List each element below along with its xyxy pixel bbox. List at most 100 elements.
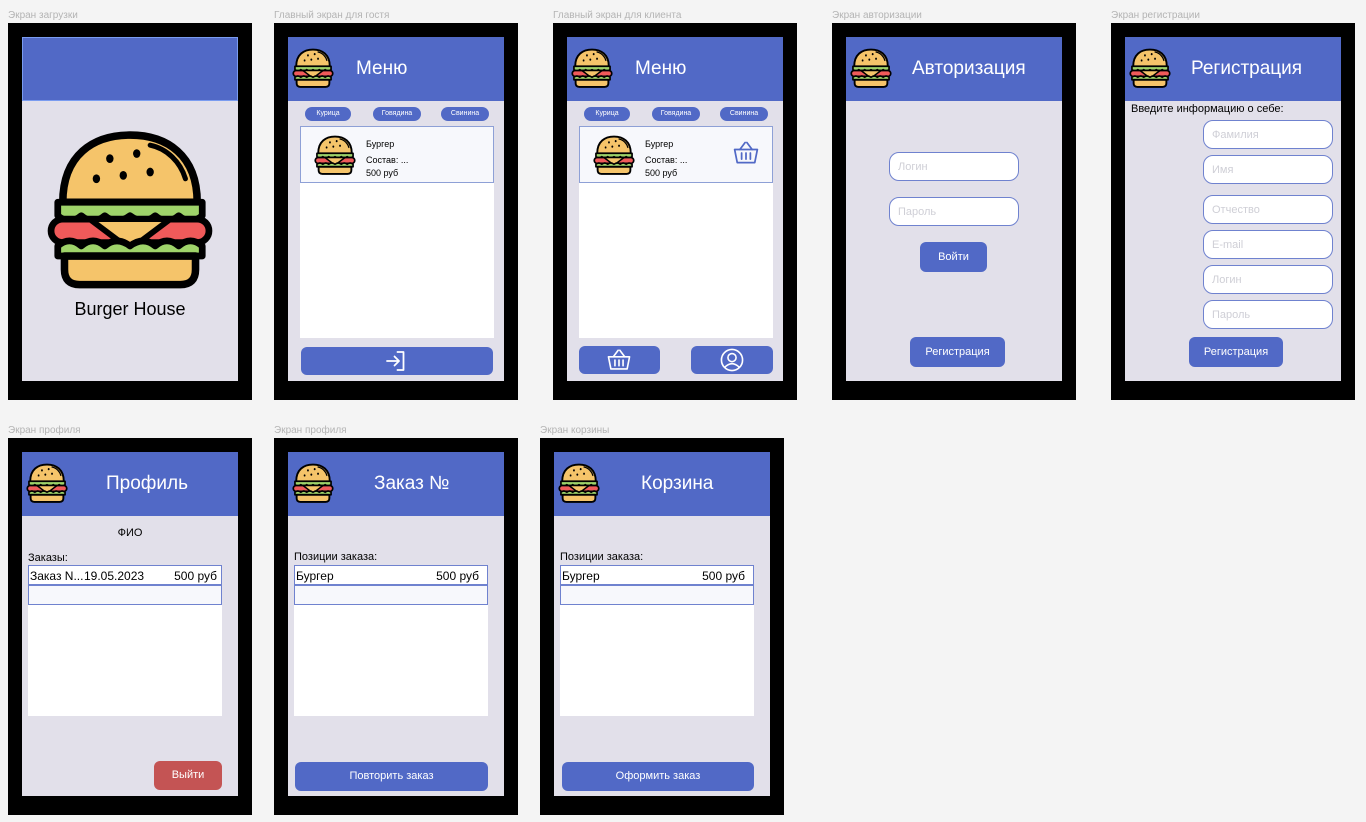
positions-label: Позиции заказа:	[294, 551, 378, 563]
cart-item-price: 500 руб	[702, 569, 745, 583]
header-bar	[22, 37, 238, 101]
positions-list: Бургер 500 руб	[294, 565, 488, 716]
device-profile: Профиль ФИО Заказы: Заказ N... 19.05.202…	[8, 438, 252, 815]
item-composition: Состав: ...	[366, 155, 409, 165]
header-bar: Авторизация	[846, 37, 1062, 101]
add-to-basket-icon[interactable]	[732, 139, 760, 167]
page-title: Меню	[356, 58, 408, 79]
user-icon	[718, 347, 746, 373]
frame-label-auth: Экран авторизации	[832, 10, 922, 21]
page-title: Авторизация	[912, 58, 1026, 79]
header-bar: Профиль	[22, 452, 238, 516]
firstname-field[interactable]	[1203, 155, 1333, 184]
device-guest: Меню Курица Говядина Свинина Бургер Сост…	[274, 23, 518, 400]
cart-list: Бургер 500 руб	[560, 565, 754, 716]
screen-client: Меню Курица Говядина Свинина Бургер Сост…	[567, 37, 783, 381]
burger-logo-icon	[26, 462, 68, 504]
login-button[interactable]	[301, 347, 493, 375]
frame-label-guest: Главный экран для гостя	[274, 10, 390, 21]
frame-label-profile: Экран профиля	[8, 425, 81, 436]
menu-list: Бургер Состав: ... 500 руб	[579, 126, 773, 338]
burger-logo-icon	[571, 47, 613, 89]
header-bar: Корзина	[554, 452, 770, 516]
user-fullname: ФИО	[117, 527, 143, 539]
register-button[interactable]: Регистрация	[910, 337, 1005, 367]
page-title: Профиль	[106, 473, 189, 494]
patronymic-field[interactable]	[1203, 195, 1333, 224]
position-row-empty[interactable]	[294, 585, 488, 605]
device-loading: Burger House	[8, 23, 252, 400]
burger-logo-icon	[292, 47, 334, 89]
category-chicken[interactable]: Курица	[584, 107, 630, 121]
order-row-empty[interactable]	[28, 585, 222, 605]
item-composition: Состав: ...	[645, 155, 688, 165]
frame-label-register: Экран регистрации	[1111, 10, 1200, 21]
position-row[interactable]: Бургер 500 руб	[294, 565, 488, 585]
burger-logo-icon	[850, 47, 892, 89]
device-order: Заказ № Позиции заказа: Бургер 500 руб П…	[274, 438, 518, 815]
submit-register-button[interactable]: Регистрация	[1189, 337, 1283, 367]
basket-icon	[605, 347, 633, 373]
category-pork[interactable]: Свинина	[720, 107, 768, 121]
profile-button[interactable]	[691, 346, 773, 374]
logout-button[interactable]: Выйти	[154, 761, 222, 790]
password-field[interactable]	[1203, 300, 1333, 329]
frame-label-client: Главный экран для клиента	[553, 10, 682, 21]
checkout-button[interactable]: Оформить заказ	[562, 762, 754, 791]
burger-logo-icon	[1129, 47, 1171, 89]
category-pork[interactable]: Свинина	[441, 107, 489, 121]
orders-label: Заказы:	[28, 552, 68, 564]
screen-order: Заказ № Позиции заказа: Бургер 500 руб П…	[288, 452, 504, 796]
page-title: Корзина	[641, 473, 714, 494]
lastname-field[interactable]	[1203, 120, 1333, 149]
device-cart: Корзина Позиции заказа: Бургер 500 руб О…	[540, 438, 784, 815]
category-beef[interactable]: Говядина	[652, 107, 700, 121]
repeat-order-button[interactable]: Повторить заказ	[295, 762, 488, 791]
brand-name: Burger House	[74, 299, 186, 319]
position-name: Бургер	[296, 569, 334, 583]
header-bar: Меню	[288, 37, 504, 101]
basket-button[interactable]	[579, 346, 660, 374]
burger-logo-icon	[558, 462, 600, 504]
frame-label-loading: Экран загрузки	[8, 10, 78, 21]
cart-row-empty[interactable]	[560, 585, 754, 605]
cart-row[interactable]: Бургер 500 руб	[560, 565, 754, 585]
login-field[interactable]	[889, 152, 1019, 181]
burger-logo-icon	[46, 123, 214, 295]
order-name: Заказ N...	[30, 569, 84, 583]
cart-item-name: Бургер	[562, 569, 600, 583]
item-name: Бургер	[366, 139, 395, 149]
category-beef[interactable]: Говядина	[373, 107, 421, 121]
menu-item[interactable]: Бургер Состав: ... 500 руб	[579, 126, 773, 183]
page-title: Меню	[635, 58, 687, 79]
device-auth: Авторизация Войти Регистрация	[832, 23, 1076, 400]
menu-list: Бургер Состав: ... 500 руб	[300, 126, 494, 338]
header-bar: Заказ №	[288, 452, 504, 516]
order-price: 500 руб	[174, 569, 217, 583]
submit-login-button[interactable]: Войти	[920, 242, 987, 272]
page-title: Регистрация	[1191, 58, 1303, 79]
register-prompt: Введите информацию о себе:	[1131, 103, 1284, 115]
orders-list: Заказ N... 19.05.2023 500 руб	[28, 565, 222, 716]
device-client: Меню Курица Говядина Свинина Бургер Сост…	[553, 23, 797, 400]
password-field[interactable]	[889, 197, 1019, 226]
screen-guest: Меню Курица Говядина Свинина Бургер Сост…	[288, 37, 504, 381]
item-price: 500 руб	[366, 168, 399, 178]
burger-icon	[593, 134, 635, 176]
positions-label: Позиции заказа:	[560, 551, 644, 563]
login-field[interactable]	[1203, 265, 1333, 294]
order-date: 19.05.2023	[84, 569, 145, 583]
order-row[interactable]: Заказ N... 19.05.2023 500 руб	[28, 565, 222, 585]
device-register: Регистрация Введите информацию о себе: Р…	[1111, 23, 1355, 400]
login-arrow-icon	[384, 349, 408, 373]
position-price: 500 руб	[436, 569, 479, 583]
category-chicken[interactable]: Курица	[305, 107, 351, 121]
screen-auth: Авторизация Войти Регистрация	[846, 37, 1062, 381]
screen-register: Регистрация Введите информацию о себе: Р…	[1125, 37, 1341, 381]
item-price: 500 руб	[645, 168, 678, 178]
menu-item[interactable]: Бургер Состав: ... 500 руб	[300, 126, 494, 183]
burger-logo-icon	[292, 462, 334, 504]
email-field[interactable]	[1203, 230, 1333, 259]
frame-label-cart: Экран корзины	[540, 425, 610, 436]
header-bar: Меню	[567, 37, 783, 101]
